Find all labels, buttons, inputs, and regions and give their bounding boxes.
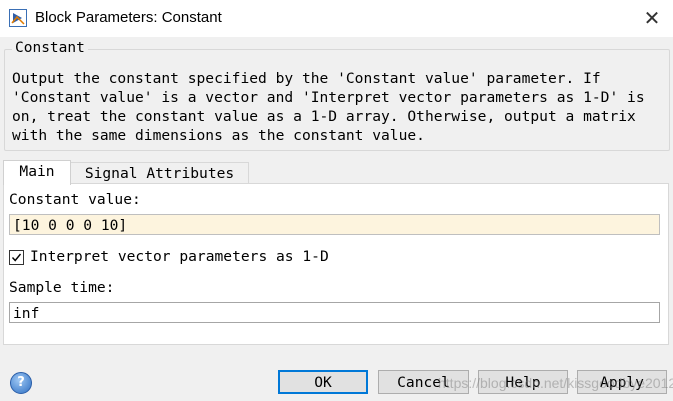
sample-time-field[interactable]: inf (9, 302, 660, 323)
sample-time-label: Sample time: (9, 279, 115, 296)
close-icon[interactable]: ✕ (640, 6, 664, 30)
group-label: Constant (12, 40, 88, 56)
help-icon[interactable]: ? (10, 372, 32, 394)
block-description: Output the constant specified by the 'Co… (12, 70, 645, 144)
window-title: Block Parameters: Constant (35, 9, 222, 26)
constant-value-field[interactable]: [10 0 0 0 10] (9, 214, 660, 235)
tab-signal-attributes[interactable]: Signal Attributes (70, 162, 249, 185)
ok-button[interactable]: OK (278, 370, 368, 394)
interpret-1d-checkbox[interactable] (9, 250, 24, 265)
simulink-block-icon (9, 9, 27, 27)
help-button[interactable]: Help (478, 370, 568, 394)
check-icon (11, 253, 22, 262)
tab-main[interactable]: Main (3, 160, 71, 185)
title-bar: Block Parameters: Constant ✕ (0, 0, 673, 37)
constant-value-label: Constant value: (9, 191, 141, 208)
apply-button[interactable]: Apply (577, 370, 667, 394)
interpret-1d-label[interactable]: Interpret vector parameters as 1-D (30, 248, 329, 265)
cancel-button[interactable]: Cancel (378, 370, 469, 394)
